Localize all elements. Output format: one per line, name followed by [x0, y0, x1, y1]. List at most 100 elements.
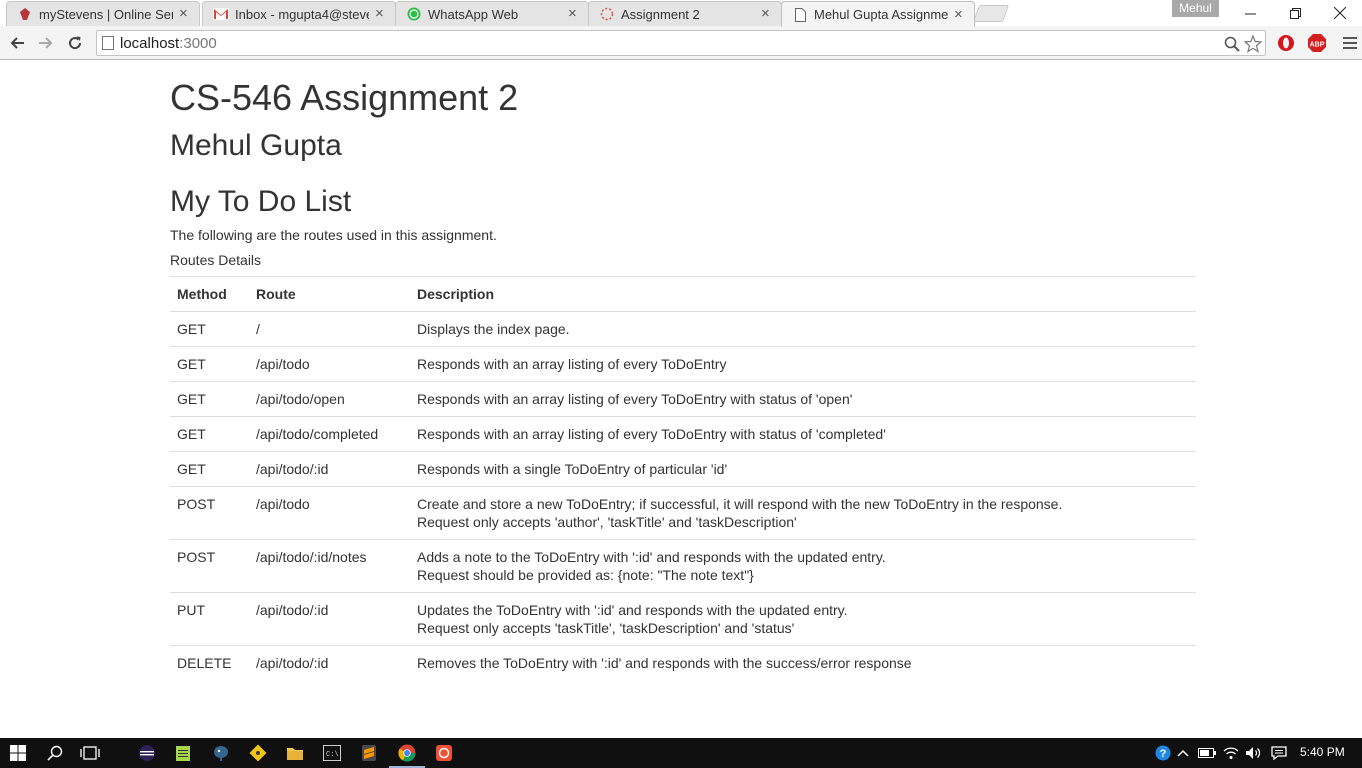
method-cell: PUT: [170, 592, 249, 646]
chrome-icon[interactable]: [389, 743, 425, 768]
description-line: Responds with a single ToDoEntry of part…: [417, 461, 728, 477]
column-header-route: Route: [249, 276, 410, 312]
description-cell: Displays the index page.: [410, 311, 1196, 347]
address-port: :3000: [179, 35, 217, 52]
sublime-icon[interactable]: [359, 743, 379, 763]
reload-button[interactable]: [63, 31, 87, 55]
route-cell: /api/todo/:id: [249, 592, 410, 646]
description-cell: Adds a note to the ToDoEntry with ':id' …: [410, 539, 1196, 593]
tab-assignment-2[interactable]: Assignment 2 ×: [588, 1, 782, 26]
tab-title: Assignment 2: [621, 6, 700, 22]
reload-icon: [69, 36, 82, 50]
search-icon[interactable]: [45, 743, 65, 763]
method-cell: GET: [170, 346, 249, 382]
tab-whatsapp[interactable]: WhatsApp Web ×: [395, 1, 589, 26]
page-icon: [792, 7, 808, 23]
back-button[interactable]: [5, 31, 29, 55]
description-line: Updates the ToDoEntry with ':id' and res…: [417, 602, 848, 618]
close-icon[interactable]: ×: [954, 7, 966, 22]
bookmark-star-icon[interactable]: [1244, 35, 1262, 53]
tab-mystevens[interactable]: myStevens | Online Service ×: [6, 1, 200, 26]
column-header-description: Description: [410, 276, 1196, 312]
method-cell: GET: [170, 311, 249, 347]
close-window-button[interactable]: [1317, 0, 1362, 26]
page-title: CS-546 Assignment 2: [170, 77, 519, 118]
close-icon[interactable]: ×: [179, 6, 191, 21]
description-cell: Updates the ToDoEntry with ':id' and res…: [410, 592, 1196, 646]
address-bar[interactable]: localhost:3000: [96, 30, 1266, 56]
notepad-icon[interactable]: [173, 743, 193, 763]
help-icon[interactable]: ?: [1154, 744, 1172, 762]
start-icon[interactable]: [8, 743, 28, 763]
description-line: Responds with an array listing of every …: [417, 391, 853, 407]
gmail-icon: [213, 6, 229, 22]
description-line: Removes the ToDoEntry with ':id' and res…: [417, 655, 912, 671]
volume-icon[interactable]: [1244, 744, 1262, 762]
description-line: Create and store a new ToDoEntry; if suc…: [417, 496, 1063, 512]
git-gui-icon[interactable]: [434, 743, 454, 763]
description-line: Request should be provided as: {note: "T…: [417, 567, 754, 583]
tab-inbox[interactable]: Inbox - mgupta4@stevens. ×: [202, 1, 396, 26]
close-icon[interactable]: ×: [375, 6, 387, 21]
file-explorer-icon[interactable]: [285, 743, 305, 763]
taskbar-clock[interactable]: 5:40 PM: [1300, 745, 1345, 759]
route-cell: /api/todo/open: [249, 381, 410, 417]
tab-mehul-gupta-assignment[interactable]: Mehul Gupta Assignment ×: [781, 1, 975, 27]
svg-text:C:\: C:\: [326, 751, 339, 759]
opera-extension-icon[interactable]: [1276, 33, 1296, 53]
minimize-icon: [1244, 13, 1256, 14]
pgadmin-icon[interactable]: [211, 743, 231, 763]
new-tab-button[interactable]: [972, 5, 1010, 22]
method-cell: GET: [170, 416, 249, 452]
tab-title: Inbox - mgupta4@stevens.: [235, 6, 369, 22]
table-row: GET /api/todo/open Responds with an arra…: [170, 381, 1196, 417]
restore-button[interactable]: [1272, 0, 1318, 26]
routes-table: Method Route Description GET / Displays …: [170, 276, 1196, 680]
description-cell: Responds with an array listing of every …: [410, 416, 1196, 452]
windows-taskbar: C:\ ? 5:40 PM: [0, 738, 1362, 768]
wifi-icon[interactable]: [1222, 744, 1240, 762]
table-row: DELETE /api/todo/:id Removes the ToDoEnt…: [170, 645, 1196, 680]
adblock-plus-icon[interactable]: ABP: [1307, 33, 1327, 53]
close-icon[interactable]: ×: [761, 6, 773, 21]
description-line: Adds a note to the ToDoEntry with ':id' …: [417, 549, 886, 565]
restore-icon: [1289, 7, 1301, 19]
loading-icon: [599, 6, 615, 22]
table-row: GET / Displays the index page.: [170, 311, 1196, 347]
description-cell: Removes the ToDoEntry with ':id' and res…: [410, 645, 1196, 680]
menu-icon[interactable]: [1340, 33, 1360, 53]
cmd-icon[interactable]: C:\: [322, 743, 342, 763]
route-cell: /api/todo/:id/notes: [249, 539, 410, 593]
git-icon[interactable]: [248, 743, 268, 763]
close-icon[interactable]: ×: [568, 6, 580, 21]
profile-button[interactable]: Mehul: [1172, 0, 1219, 17]
page-content: CS-546 Assignment 2 Mehul Gupta My To Do…: [0, 61, 1362, 738]
route-cell: /: [249, 311, 410, 347]
minimize-button[interactable]: [1227, 0, 1273, 26]
method-cell: GET: [170, 381, 249, 417]
forward-button[interactable]: [34, 31, 58, 55]
zoom-icon[interactable]: [1223, 35, 1241, 53]
tab-title: WhatsApp Web: [428, 6, 519, 22]
description-line: Responds with an array listing of every …: [417, 426, 886, 442]
task-view-icon[interactable]: [80, 743, 100, 763]
chevron-up-icon[interactable]: [1174, 744, 1192, 762]
forward-arrow-icon: [39, 37, 53, 49]
section-title: My To Do List: [170, 185, 352, 218]
address-host: localhost: [120, 35, 180, 52]
description-cell: Create and store a new ToDoEntry; if suc…: [410, 486, 1196, 540]
method-cell: DELETE: [170, 645, 249, 680]
table-row: GET /api/todo/completed Responds with an…: [170, 416, 1196, 452]
back-arrow-icon: [10, 37, 24, 49]
description-cell: Responds with an array listing of every …: [410, 381, 1196, 417]
page-info-icon[interactable]: [102, 36, 114, 50]
notifications-icon[interactable]: [1270, 744, 1288, 762]
battery-icon[interactable]: [1198, 744, 1216, 762]
browser-toolbar: localhost:3000 ABP: [0, 26, 1362, 60]
eclipse-icon[interactable]: [137, 743, 157, 763]
address-url[interactable]: localhost:3000: [120, 35, 217, 52]
method-cell: POST: [170, 539, 249, 593]
column-header-method: Method: [170, 276, 249, 312]
author-heading: Mehul Gupta: [170, 129, 342, 162]
description-line: Request only accepts 'taskTitle', 'taskD…: [417, 620, 795, 636]
